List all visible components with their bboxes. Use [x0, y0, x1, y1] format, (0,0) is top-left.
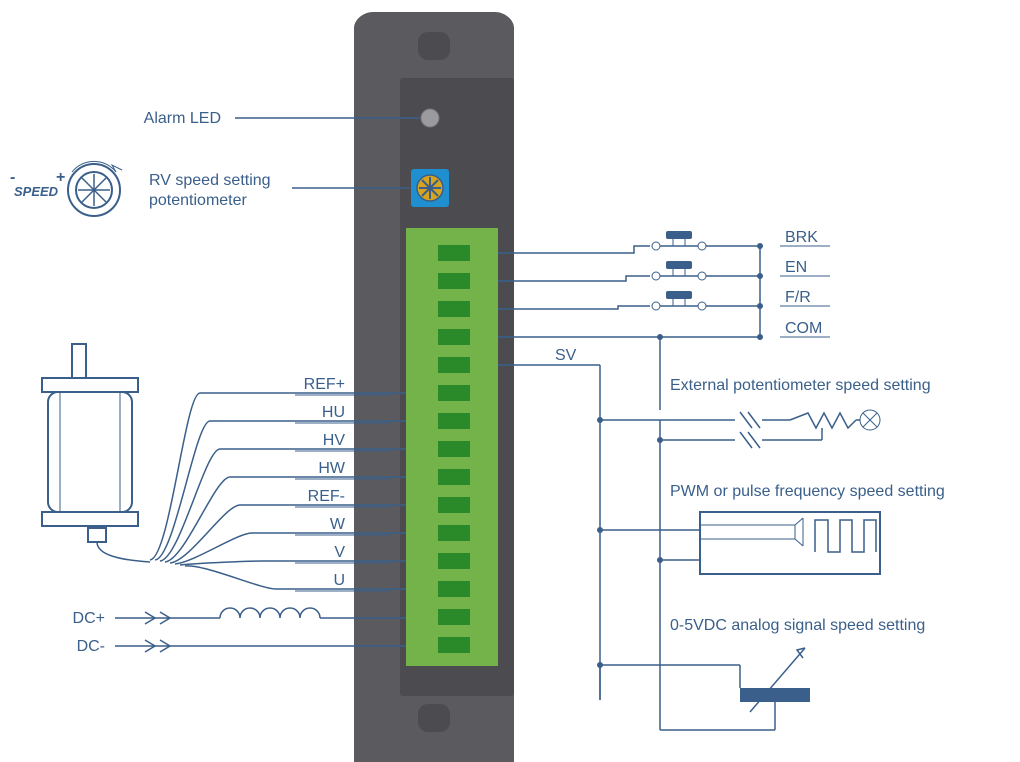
brk-switch-icon	[652, 231, 763, 250]
sv-wire-group: SV	[498, 334, 663, 730]
potentiometer-icon	[411, 169, 449, 207]
speed-knob-icon: SPEED + -	[10, 161, 122, 216]
svg-text:-: -	[10, 169, 15, 186]
svg-text:SPEED: SPEED	[14, 184, 59, 199]
svg-text:PWM or pulse frequency speed s: PWM or pulse frequency speed setting	[670, 483, 945, 500]
pwm-source-icon	[700, 512, 880, 574]
control-signal-wires: BRK EN F/R COM	[498, 229, 830, 340]
svg-text:W: W	[330, 516, 346, 533]
en-switch-icon	[652, 261, 763, 280]
motor-icon	[42, 344, 150, 562]
driver-module	[354, 12, 514, 762]
svg-text:HV: HV	[323, 432, 346, 449]
svg-text:SV: SV	[555, 347, 577, 364]
svg-text:Alarm LED: Alarm LED	[144, 110, 221, 127]
svg-text:COM: COM	[785, 320, 822, 337]
fr-switch-icon	[652, 291, 763, 310]
svg-text:F/R: F/R	[785, 289, 811, 306]
svg-text:U: U	[333, 572, 345, 589]
svg-text:EN: EN	[785, 259, 807, 276]
ext-pot-group: External potentiometer speed setting	[597, 377, 931, 448]
svg-text:HU: HU	[322, 404, 345, 421]
svg-text:V: V	[334, 544, 345, 561]
svg-text:BRK: BRK	[785, 229, 818, 246]
svg-text:RV speed setting: RV speed setting	[149, 172, 271, 189]
svg-text:REF-: REF-	[308, 488, 345, 505]
svg-text:DC+: DC+	[73, 610, 105, 627]
pwm-group: PWM or pulse frequency speed setting	[597, 483, 945, 574]
svg-text:REF+: REF+	[304, 376, 345, 393]
svg-text:0-5VDC analog signal speed set: 0-5VDC analog signal speed setting	[670, 617, 925, 634]
alarm-led-icon	[421, 109, 439, 127]
analog-group: 0-5VDC analog signal speed setting	[597, 617, 925, 730]
svg-text:HW: HW	[318, 460, 346, 477]
svg-text:potentiometer: potentiometer	[149, 192, 248, 209]
svg-text:+: +	[56, 169, 65, 186]
external-potentiometer-icon	[790, 410, 880, 440]
svg-text:DC-: DC-	[77, 638, 105, 655]
terminal-block-icon	[406, 228, 498, 666]
svg-text:External potentiometer speed s: External potentiometer speed setting	[670, 377, 931, 394]
analog-source-icon	[700, 648, 810, 730]
